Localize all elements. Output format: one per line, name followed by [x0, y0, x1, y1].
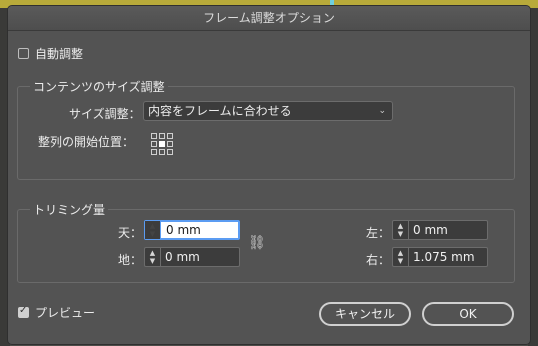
dialog-title: フレーム調整オプション [8, 6, 530, 31]
reference-point-top-center[interactable] [159, 133, 165, 139]
stepper-arrows-icon[interactable]: ▲ ▼ [393, 248, 409, 266]
auto-fit-checkbox[interactable] [18, 48, 29, 59]
reference-point-center[interactable] [159, 141, 165, 147]
size-fit-value: 内容をフレームに合わせる [148, 104, 292, 118]
reference-point-top-right[interactable] [167, 133, 173, 139]
trim-right-input[interactable] [411, 248, 483, 266]
trim-bottom-field[interactable]: ▲ ▼ [144, 247, 240, 267]
trim-top-input[interactable] [164, 221, 236, 239]
trim-top-field[interactable]: ▲ ▼ [144, 220, 240, 240]
alignment-origin-label: 整列の開始位置： [38, 135, 135, 149]
reference-point-top-left[interactable] [151, 133, 157, 139]
trim-left-label: 左： [366, 226, 391, 240]
trim-top-label: 天： [118, 226, 143, 240]
auto-fit-label[interactable]: 自動調整 [35, 45, 83, 62]
trim-left-input[interactable] [411, 221, 483, 239]
chevron-down-icon: ⌄ [378, 106, 386, 116]
reference-point-bottom-right[interactable] [167, 149, 173, 155]
preview-checkbox[interactable] [18, 305, 29, 318]
reference-point-middle-right[interactable] [167, 141, 173, 147]
trim-bottom-input[interactable] [163, 248, 235, 266]
reference-point-grid [151, 133, 173, 155]
trim-group-title: トリミング量 [30, 201, 109, 218]
size-fit-label: サイズ調整： [69, 107, 141, 121]
cancel-button[interactable]: キャンセル [319, 302, 411, 326]
ok-button[interactable]: OK [422, 302, 514, 326]
stepper-arrows-icon[interactable]: ▲ ▼ [145, 221, 161, 239]
reference-point-bottom-left[interactable] [151, 149, 157, 155]
reference-point-middle-left[interactable] [151, 141, 157, 147]
stepper-arrows-icon[interactable]: ▲ ▼ [145, 248, 161, 266]
link-chain-icon[interactable]: ⛓ [248, 235, 266, 251]
trim-right-field[interactable]: ▲ ▼ [392, 247, 488, 267]
trim-bottom-label: 地： [118, 253, 143, 267]
stepper-arrows-icon[interactable]: ▲ ▼ [393, 221, 409, 239]
trim-right-label: 右： [366, 253, 391, 267]
reference-point-bottom-center[interactable] [159, 149, 165, 155]
frame-fitting-options-dialog: フレーム調整オプション 自動調整 コンテンツのサイズ調整 サイズ調整： 内容をフ… [8, 6, 530, 344]
content-size-group-title: コンテンツのサイズ調整 [30, 78, 168, 95]
preview-label[interactable]: プレビュー [35, 304, 95, 321]
size-fit-select[interactable]: 内容をフレームに合わせる ⌄ [143, 101, 393, 121]
trim-left-field[interactable]: ▲ ▼ [392, 220, 488, 240]
